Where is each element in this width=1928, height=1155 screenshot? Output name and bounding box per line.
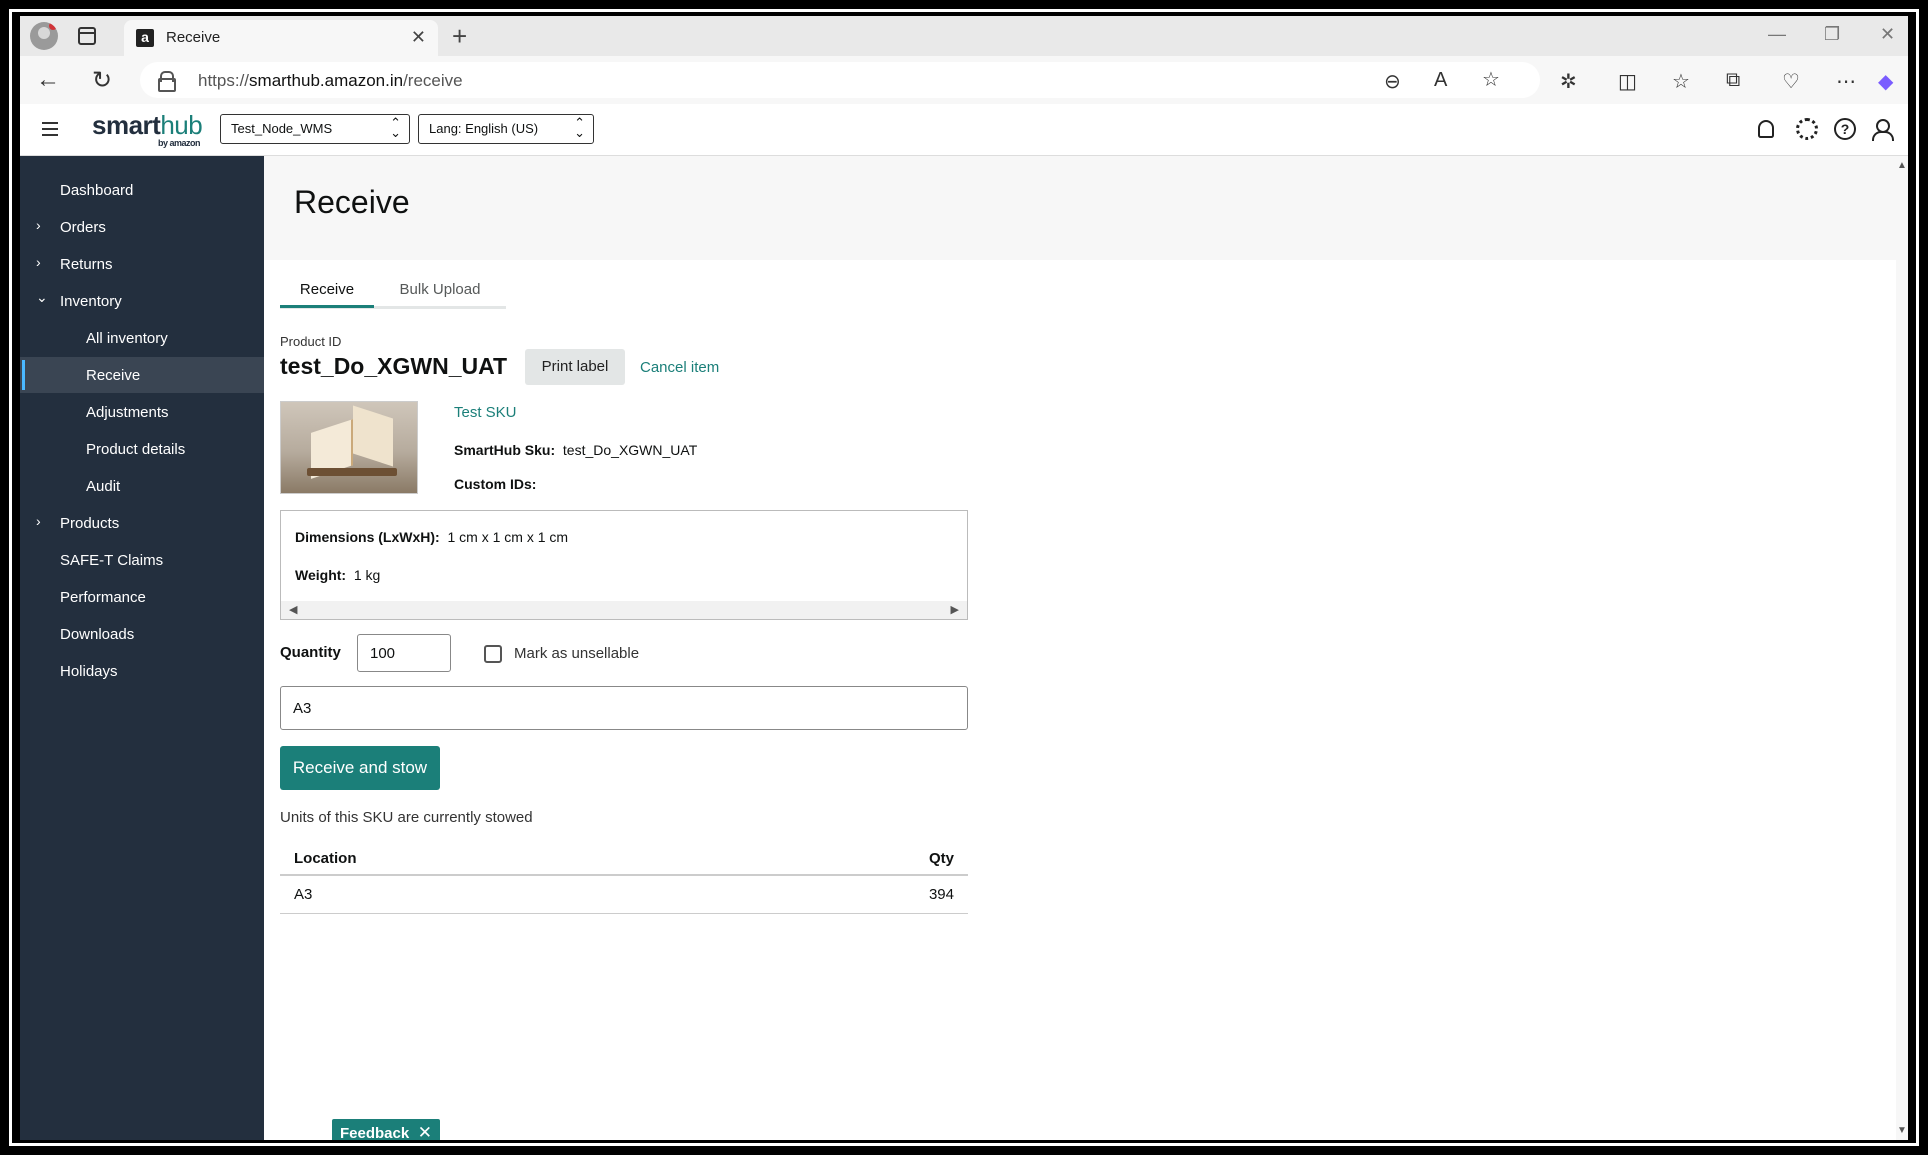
cancel-item-link[interactable]: Cancel item <box>640 359 719 376</box>
sidebar-item-audit[interactable]: Audit <box>20 468 264 504</box>
page-title: Receive <box>294 184 410 220</box>
minimize-icon[interactable]: — <box>1768 24 1786 45</box>
restore-icon[interactable]: ❐ <box>1824 24 1840 45</box>
close-icon[interactable]: ✕ <box>418 1123 432 1140</box>
print-label-button[interactable]: Print label <box>525 349 625 385</box>
chevron-down-icon: ⌄ <box>36 289 48 305</box>
select-arrows-icon: ⌃ ⌄ <box>390 115 401 140</box>
chevron-right-icon: › <box>36 254 41 270</box>
chevron-right-icon: › <box>36 513 41 529</box>
stow-location-table: Location Qty A3 394 <box>280 840 968 914</box>
sidebar-item-orders[interactable]: › Orders <box>20 209 264 245</box>
browser-tab-bar: a Receive ✕ + — ❐ ✕ <box>20 16 1908 56</box>
amazon-favicon-icon: a <box>136 29 154 47</box>
notifications-bell-icon[interactable] <box>1758 120 1774 138</box>
product-id-label: Product ID <box>280 334 342 349</box>
column-header-location: Location <box>294 850 357 867</box>
browser-essentials-icon[interactable]: ♡ <box>1782 69 1800 94</box>
screen-frame: a Receive ✕ + — ❐ ✕ ← ↻ https://smarthub… <box>0 0 1928 1155</box>
node-select[interactable]: Test_Node_WMS ⌃ ⌄ <box>220 114 410 144</box>
select-arrows-icon: ⌃ ⌄ <box>574 115 585 140</box>
profile-avatar-icon[interactable] <box>30 22 58 50</box>
scroll-left-icon[interactable]: ◀ <box>289 603 297 616</box>
horizontal-scrollbar[interactable]: ◀ ▶ <box>281 601 967 619</box>
dimensions: Dimensions (LxWxH): 1 cm x 1 cm x 1 cm <box>295 529 569 545</box>
main-content: Receive Receive Bulk Upload Product ID t… <box>264 156 1908 1140</box>
column-header-qty: Qty <box>928 850 954 867</box>
table-row: A3 394 <box>280 876 968 914</box>
favorite-star-icon[interactable]: ☆ <box>1482 67 1500 92</box>
product-image <box>280 401 418 494</box>
address-bar[interactable]: https://smarthub.amazon.in/receive ⊖ A ☆ <box>140 62 1540 98</box>
split-screen-icon[interactable]: ◫ <box>1618 69 1637 94</box>
hamburger-menu-icon[interactable] <box>42 122 58 136</box>
app-header: smarthub by amazon Test_Node_WMS ⌃ ⌄ Lang:… <box>20 104 1908 156</box>
help-icon[interactable]: ? <box>1834 118 1856 140</box>
zoom-out-icon[interactable]: ⊖ <box>1384 69 1401 94</box>
sidebar-item-all-inventory[interactable]: All inventory <box>20 320 264 356</box>
sidebar-item-performance[interactable]: Performance <box>20 579 264 615</box>
copilot-icon[interactable]: ◆ <box>1878 69 1893 94</box>
collections-icon[interactable]: ⧉ <box>1726 69 1740 92</box>
sidebar-item-returns[interactable]: › Returns <box>20 246 264 282</box>
stowed-note: Units of this SKU are currently stowed <box>280 809 533 826</box>
sidebar-item-inventory[interactable]: ⌄ Inventory <box>20 283 264 319</box>
window-close-icon[interactable]: ✕ <box>1880 24 1895 45</box>
url-text: https://smarthub.amazon.in/receive <box>198 71 463 90</box>
feedback-button[interactable]: Feedback ✕ <box>332 1119 440 1140</box>
sku-title-link[interactable]: Test SKU <box>454 404 517 421</box>
product-id-value: test_Do_XGWN_UAT <box>280 353 508 379</box>
dimensions-panel: Dimensions (LxWxH): 1 cm x 1 cm x 1 cm W… <box>280 510 968 620</box>
table-header: Location Qty <box>280 840 968 876</box>
scroll-up-icon[interactable]: ▲ <box>1897 160 1907 171</box>
new-tab-button[interactable]: + <box>452 21 467 52</box>
more-menu-icon[interactable]: ⋯ <box>1836 69 1856 94</box>
browser-window: a Receive ✕ + — ❐ ✕ ← ↻ https://smarthub… <box>20 16 1908 1140</box>
tab-bulk-upload[interactable]: Bulk Upload <box>374 274 506 308</box>
read-aloud-icon[interactable]: A <box>1434 69 1447 92</box>
sidebar-item-product-details[interactable]: Product details <box>20 431 264 467</box>
tab-close-icon[interactable]: ✕ <box>411 27 426 48</box>
refresh-icon[interactable]: ↻ <box>92 66 112 95</box>
cell-location: A3 <box>294 886 313 903</box>
scroll-down-icon[interactable]: ▼ <box>1897 1125 1907 1136</box>
receive-and-stow-button[interactable]: Receive and stow <box>280 746 440 790</box>
browser-tab-receive[interactable]: a Receive ✕ <box>124 20 438 56</box>
tab-actions-icon[interactable] <box>78 27 96 45</box>
sidebar-item-adjustments[interactable]: Adjustments <box>20 394 264 430</box>
location-input[interactable]: A3 <box>280 686 968 730</box>
language-select[interactable]: Lang: English (US) ⌃ ⌄ <box>418 114 594 144</box>
sidebar-item-downloads[interactable]: Downloads <box>20 616 264 652</box>
weight: Weight: 1 kg <box>295 567 381 583</box>
back-arrow-icon[interactable]: ← <box>36 66 60 94</box>
tab-title: Receive <box>166 29 221 46</box>
lock-icon[interactable] <box>158 71 176 92</box>
browser-toolbar: ← ↻ https://smarthub.amazon.in/receive ⊖… <box>20 56 1908 104</box>
smarthub-sku: SmartHub Sku: test_Do_XGWN_UAT <box>454 442 698 458</box>
settings-gear-icon[interactable] <box>1796 118 1818 140</box>
custom-ids: Custom IDs: <box>454 476 537 492</box>
tab-receive[interactable]: Receive <box>280 274 374 308</box>
sidebar-item-holidays[interactable]: Holidays <box>20 653 264 689</box>
page-header: Receive <box>264 156 1896 260</box>
sidebar-nav: Dashboard › Orders › Returns ⌄ Inventory Al… <box>20 156 264 1140</box>
cell-qty: 394 <box>928 886 954 903</box>
sidebar-item-dashboard[interactable]: Dashboard <box>20 172 264 208</box>
quantity-input[interactable]: 100 <box>357 634 451 672</box>
extensions-icon[interactable]: ✲ <box>1560 69 1577 94</box>
user-account-icon[interactable] <box>1870 118 1894 141</box>
vertical-scrollbar[interactable]: ▲ ▼ <box>1896 156 1908 1140</box>
sidebar-item-receive[interactable]: Receive <box>20 357 264 393</box>
sidebar-item-products[interactable]: › Products <box>20 505 264 541</box>
smarthub-logo[interactable]: smarthub by amazon <box>92 110 203 148</box>
mark-unsellable-checkbox[interactable] <box>484 645 502 663</box>
sidebar-item-safe-t-claims[interactable]: SAFE-T Claims <box>20 542 264 578</box>
favorites-icon[interactable]: ☆ <box>1672 69 1690 94</box>
quantity-label: Quantity <box>280 644 341 661</box>
chevron-right-icon: › <box>36 217 41 233</box>
scroll-right-icon[interactable]: ▶ <box>951 603 959 616</box>
mark-unsellable-label[interactable]: Mark as unsellable <box>514 645 639 662</box>
